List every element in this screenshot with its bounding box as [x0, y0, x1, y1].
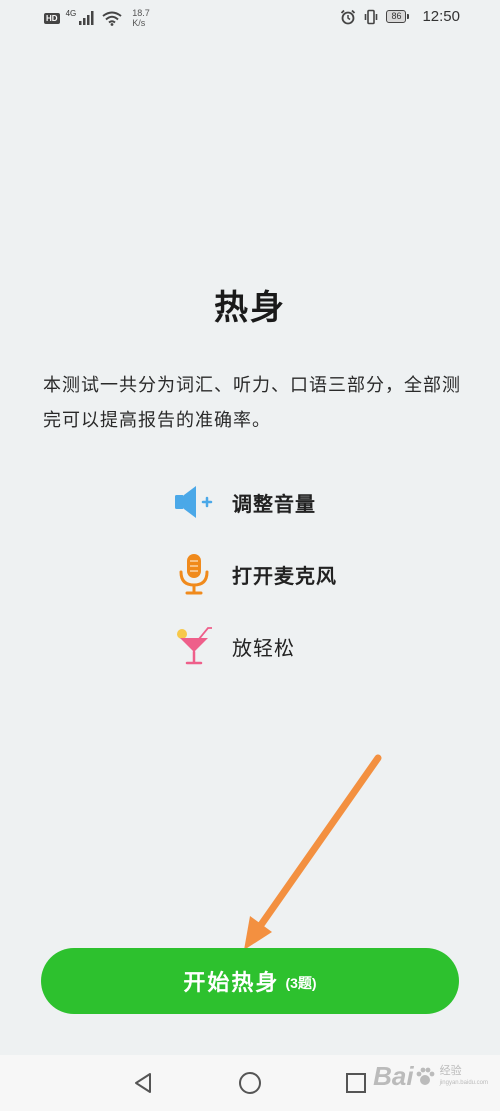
status-right: 86 12:50: [340, 8, 460, 25]
vibrate-icon: [365, 9, 378, 24]
battery-icon: 86: [386, 10, 410, 23]
status-time: 12:50: [422, 8, 460, 25]
speed-value: 18.7: [132, 8, 150, 18]
network-speed: 18.7 K/s: [132, 8, 150, 28]
watermark-sub-top: 经验: [439, 1064, 462, 1077]
tip-adjust-volume: 调整音量: [172, 480, 316, 524]
status-bar: HD 4G 18.7 K/s 86 12:50: [0, 0, 500, 36]
signal-icon: [79, 11, 94, 25]
watermark-sub-bottom: jingyan.baidu.com: [439, 1079, 488, 1086]
start-button-label: 开始热身: [183, 970, 280, 995]
recents-icon[interactable]: [342, 1069, 370, 1097]
speed-unit: K/s: [132, 18, 146, 28]
back-icon[interactable]: [130, 1069, 158, 1097]
tip-label: 放轻松: [232, 635, 295, 660]
screen: HD 4G 18.7 K/s 86 12:50 热身 本测试一共分为词汇、听力、…: [0, 0, 500, 1111]
home-icon[interactable]: [236, 1069, 264, 1097]
wifi-icon: [102, 11, 122, 26]
tip-open-microphone: 打开麦克风: [172, 552, 337, 596]
tip-relax: 放轻松: [172, 624, 295, 668]
alarm-icon: [341, 9, 356, 24]
tip-label: 打开麦克风: [232, 563, 337, 588]
watermark-brand: Bai: [373, 1061, 414, 1091]
tip-label: 调整音量: [232, 491, 316, 516]
question-count: (3题): [285, 975, 317, 991]
network-gen: 4G: [65, 8, 77, 18]
status-left: HD 4G 18.7 K/s: [44, 8, 150, 28]
cocktail-icon: [172, 624, 216, 668]
page-title: 热身: [214, 288, 286, 328]
speaker-volume-icon: [172, 480, 216, 524]
paw-icon: [416, 1067, 435, 1085]
battery-tip: [407, 14, 410, 19]
battery-level: 86: [386, 10, 407, 23]
watermark-logo: Bai 经验 jingyan.baidu.com: [373, 1061, 488, 1092]
watermark-sub: 经验 jingyan.baidu.com: [440, 1065, 488, 1089]
system-nav-bar: Bai 经验 jingyan.baidu.com: [0, 1055, 500, 1111]
microphone-icon: [172, 552, 216, 596]
start-warmup-button[interactable]: 开始热身 (3题): [41, 948, 459, 1014]
hd-badge: HD: [44, 12, 60, 24]
page-description: 本测试一共分为词汇、听力、口语三部分，全部测完可以提高报告的准确率。: [43, 375, 461, 431]
